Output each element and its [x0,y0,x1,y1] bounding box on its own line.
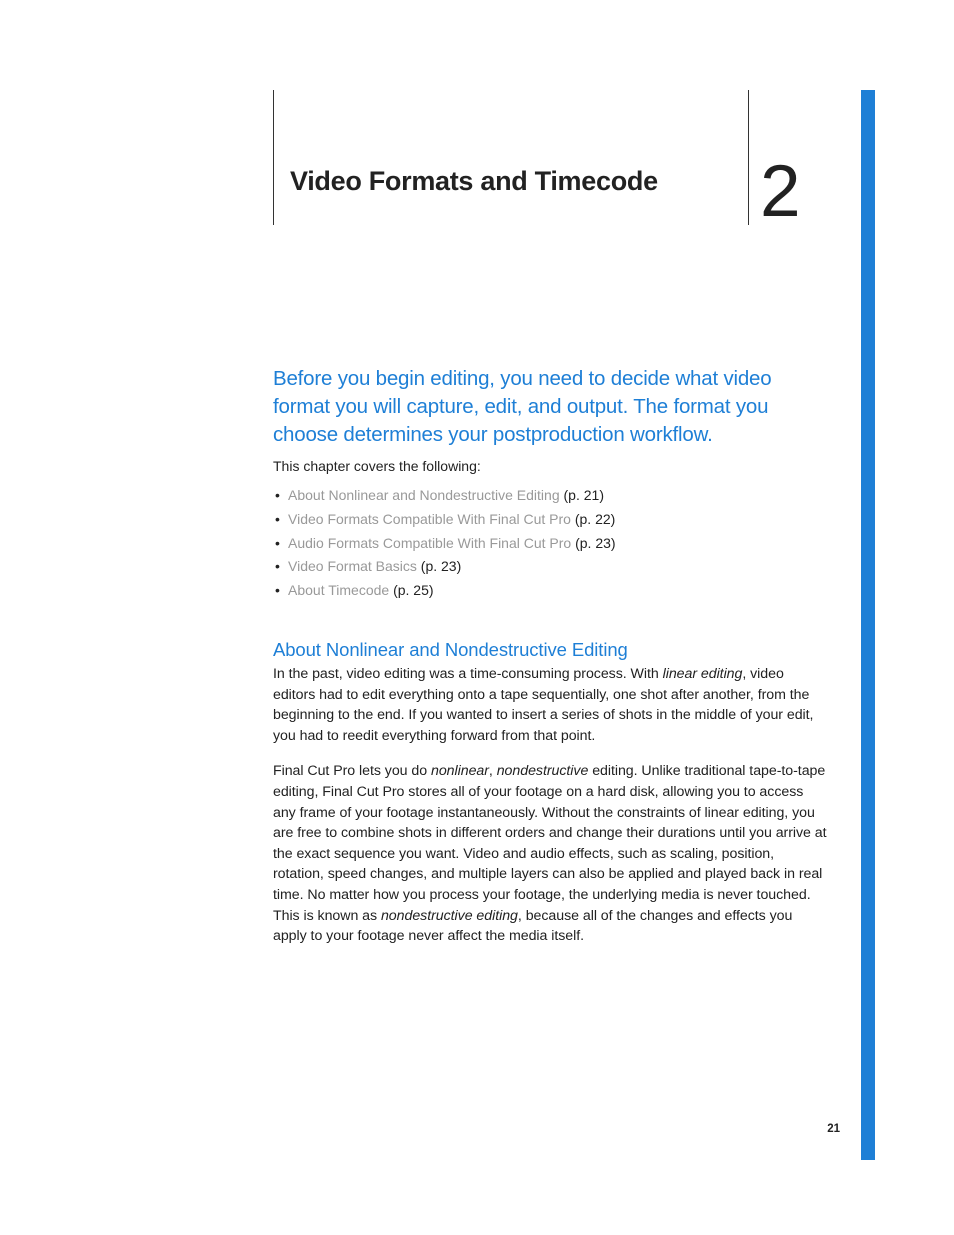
toc-page-ref: (p. 23) [575,535,615,551]
text-run: In the past, video editing was a time-co… [273,666,663,682]
page: Video Formats and Timecode 2 Before you … [0,0,954,1235]
chapter-number: 2 [760,150,801,233]
title-left-divider [273,90,274,225]
italic-term: nonlinear [431,763,489,779]
toc-item: Audio Formats Compatible With Final Cut … [273,532,828,556]
text-run: Final Cut Pro lets you do [273,763,431,779]
toc-item: About Nonlinear and Nondestructive Editi… [273,484,828,508]
toc-link[interactable]: About Timecode [288,582,389,598]
section-heading: About Nonlinear and Nondestructive Editi… [273,639,828,661]
text-run: editing. Unlike traditional tape-to-tape… [273,763,827,923]
toc-page-ref: (p. 21) [564,487,604,503]
toc-page-ref: (p. 23) [421,558,461,574]
chapter-number-divider [748,90,749,225]
page-number: 21 [827,1123,840,1135]
toc-item: About Timecode (p. 25) [273,579,828,603]
chapter-title: Video Formats and Timecode [290,166,658,197]
covers-label: This chapter covers the following: [273,458,828,474]
toc-item: Video Formats Compatible With Final Cut … [273,508,828,532]
body-paragraph: In the past, video editing was a time-co… [273,664,828,746]
toc-link[interactable]: Video Format Basics [288,558,417,574]
toc-link[interactable]: Audio Formats Compatible With Final Cut … [288,535,571,551]
toc-list: About Nonlinear and Nondestructive Editi… [273,484,828,603]
content-area: This chapter covers the following: About… [273,458,828,962]
thumb-tab-bar [861,90,875,1160]
toc-item: Video Format Basics (p. 23) [273,555,828,579]
italic-term: nondestructive [497,763,589,779]
italic-term: nondestructive editing [381,908,518,924]
text-run: , [489,763,497,779]
chapter-intro: Before you begin editing, you need to de… [273,365,828,449]
body-paragraph: Final Cut Pro lets you do nonlinear, non… [273,761,828,946]
toc-page-ref: (p. 25) [393,582,433,598]
toc-link[interactable]: About Nonlinear and Nondestructive Editi… [288,487,560,503]
toc-page-ref: (p. 22) [575,511,615,527]
chapter-header: Video Formats and Timecode [290,166,830,197]
toc-link[interactable]: Video Formats Compatible With Final Cut … [288,511,571,527]
italic-term: linear editing [663,666,743,682]
